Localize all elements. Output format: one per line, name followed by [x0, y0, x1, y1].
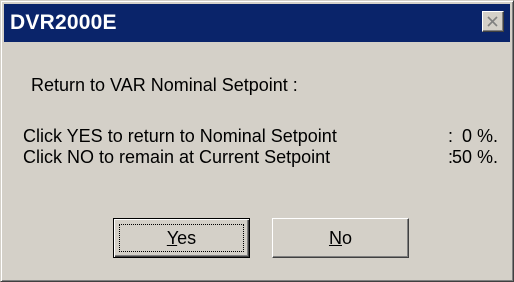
yes-button-hotkey: Y	[166, 228, 178, 248]
message-row-text: Click YES to return to Nominal Setpoint	[23, 126, 337, 146]
yes-button-label: Yes	[167, 228, 196, 248]
message-dialog: DVR2000E Return to VAR Nominal Setpoint …	[0, 0, 514, 282]
no-button-hotkey: N	[328, 228, 342, 248]
no-button-label: No	[329, 228, 352, 248]
window-title: DVR2000E	[10, 11, 117, 34]
message-heading: Return to VAR Nominal Setpoint :	[31, 75, 298, 95]
message-row-value: 0 %.	[461, 126, 498, 146]
title-bar[interactable]: DVR2000E	[4, 4, 510, 42]
message-row-text: Click NO to remain at Current Setpoint	[23, 147, 331, 167]
yes-button-label-rest: es	[177, 228, 197, 248]
close-button[interactable]	[482, 11, 504, 32]
no-button-label-rest: o	[341, 228, 352, 248]
message-row-value: 50 %.	[451, 147, 498, 167]
yes-button[interactable]: Yes	[113, 218, 250, 258]
no-button[interactable]: No	[272, 218, 409, 258]
close-icon	[487, 16, 498, 27]
